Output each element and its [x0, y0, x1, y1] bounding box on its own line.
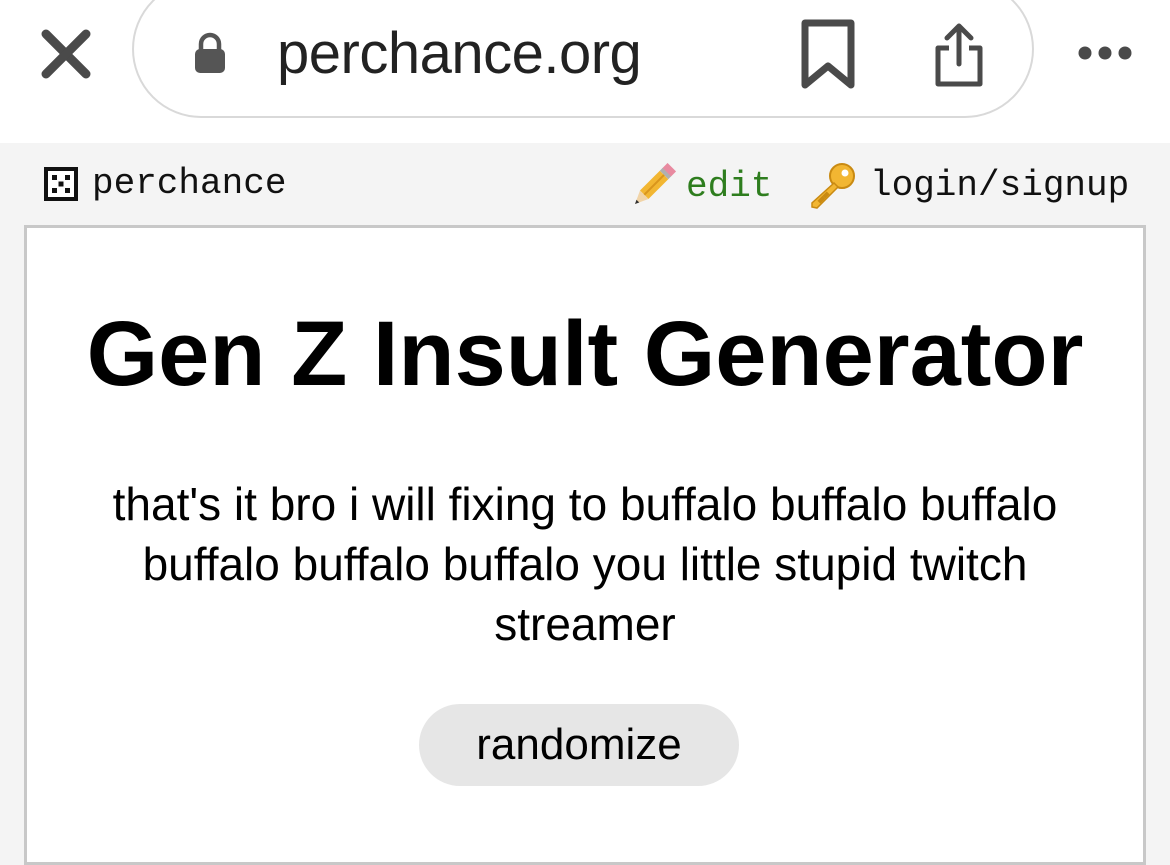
close-icon	[41, 29, 91, 79]
pencil-icon	[635, 163, 676, 204]
login-signup-link[interactable]: login/signup	[808, 161, 1129, 211]
edit-link[interactable]: edit	[628, 163, 772, 211]
login-label: login/signup	[870, 165, 1130, 206]
bookmark-icon[interactable]	[800, 18, 856, 90]
close-button[interactable]	[40, 28, 92, 80]
site-header: perchance edit login/signup	[0, 143, 1170, 225]
perchance-home-link[interactable]: perchance	[44, 164, 286, 204]
generated-insult: that's it bro i will fixing to buffalo b…	[112, 478, 1058, 650]
brand-label: perchance	[92, 163, 287, 204]
generator-panel: Gen Z Insult Generator that's it bro i w…	[24, 225, 1146, 865]
key-icon	[811, 163, 855, 209]
share-icon[interactable]	[930, 22, 988, 88]
url-text[interactable]: perchance.org	[277, 22, 642, 86]
browser-toolbar: perchance.org	[0, 0, 1170, 143]
edit-label: edit	[686, 166, 773, 207]
dice-icon	[44, 167, 78, 201]
lock-icon	[195, 32, 225, 73]
randomize-button[interactable]: randomize	[419, 704, 739, 786]
more-icon[interactable]	[1077, 44, 1133, 62]
page-title: Gen Z Insult Generator	[86, 303, 1084, 405]
